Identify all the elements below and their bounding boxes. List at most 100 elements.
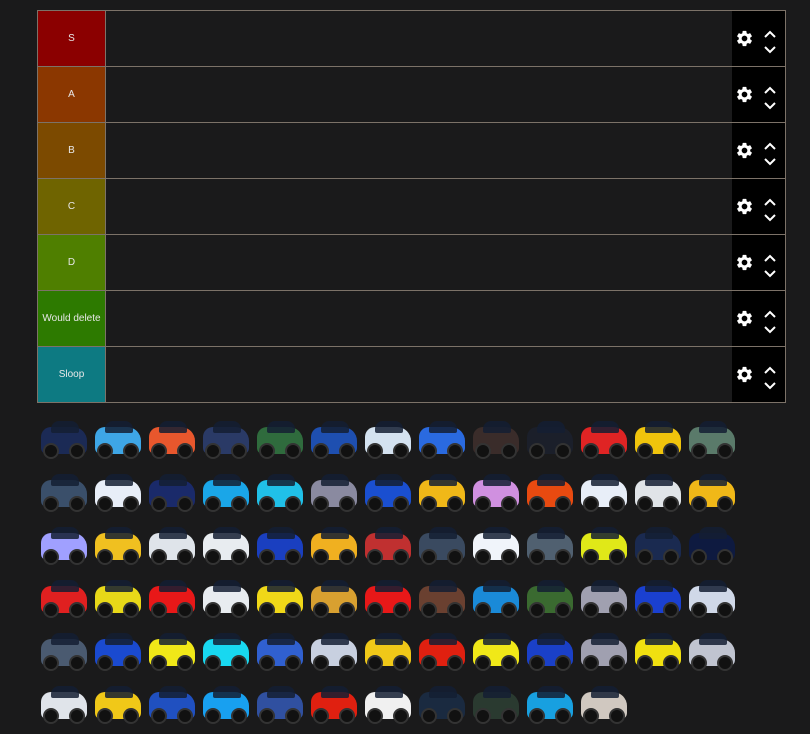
tier-label[interactable]: C	[38, 179, 106, 234]
vehicle-tile[interactable]	[145, 677, 199, 729]
vehicle-tile[interactable]	[685, 518, 739, 570]
vehicle-tile[interactable]	[145, 571, 199, 623]
chevron-up-icon[interactable]	[763, 138, 777, 150]
tier-label[interactable]: D	[38, 235, 106, 290]
vehicle-tile[interactable]	[469, 624, 523, 676]
vehicle-tile[interactable]	[199, 518, 253, 570]
tier-label[interactable]: S	[38, 11, 106, 66]
gear-icon[interactable]	[735, 197, 754, 216]
vehicle-tile[interactable]	[415, 624, 469, 676]
vehicle-tile[interactable]	[37, 677, 91, 729]
vehicle-tile[interactable]	[361, 677, 415, 729]
vehicle-tile[interactable]	[685, 571, 739, 623]
vehicle-tile[interactable]	[361, 412, 415, 464]
vehicle-tile[interactable]	[415, 518, 469, 570]
vehicle-tile[interactable]	[37, 571, 91, 623]
vehicle-tile[interactable]	[361, 624, 415, 676]
vehicle-tile[interactable]	[469, 412, 523, 464]
vehicle-tile[interactable]	[253, 412, 307, 464]
tier-drop-zone[interactable]	[106, 11, 732, 66]
vehicle-tile[interactable]	[631, 518, 685, 570]
gear-icon[interactable]	[735, 141, 754, 160]
vehicle-tile[interactable]	[523, 571, 577, 623]
vehicle-tile[interactable]	[91, 571, 145, 623]
vehicle-tile[interactable]	[37, 412, 91, 464]
tier-drop-zone[interactable]	[106, 235, 732, 290]
gear-icon[interactable]	[735, 29, 754, 48]
vehicle-tile[interactable]	[37, 624, 91, 676]
vehicle-tile[interactable]	[253, 624, 307, 676]
vehicle-tile[interactable]	[199, 624, 253, 676]
chevron-up-icon[interactable]	[763, 250, 777, 262]
chevron-down-icon[interactable]	[763, 378, 777, 389]
chevron-up-icon[interactable]	[763, 362, 777, 374]
vehicle-tile[interactable]	[361, 465, 415, 517]
tier-label[interactable]: A	[38, 67, 106, 122]
vehicle-tile[interactable]	[523, 465, 577, 517]
vehicle-tile[interactable]	[577, 677, 631, 729]
vehicle-tile[interactable]	[577, 571, 631, 623]
vehicle-tile[interactable]	[577, 412, 631, 464]
vehicle-tile[interactable]	[199, 571, 253, 623]
vehicle-tile[interactable]	[37, 465, 91, 517]
vehicle-tile[interactable]	[523, 677, 577, 729]
vehicle-tile[interactable]	[91, 677, 145, 729]
gear-icon[interactable]	[735, 365, 754, 384]
chevron-down-icon[interactable]	[763, 322, 777, 333]
tier-drop-zone[interactable]	[106, 291, 732, 346]
gear-icon[interactable]	[735, 253, 754, 272]
vehicle-tile[interactable]	[415, 412, 469, 464]
vehicle-tile[interactable]	[631, 412, 685, 464]
vehicle-tile[interactable]	[577, 624, 631, 676]
vehicle-tile[interactable]	[469, 571, 523, 623]
gear-icon[interactable]	[735, 85, 754, 104]
vehicle-tile[interactable]	[199, 677, 253, 729]
tier-drop-zone[interactable]	[106, 67, 732, 122]
gear-icon[interactable]	[735, 309, 754, 328]
vehicle-tile[interactable]	[577, 518, 631, 570]
chevron-down-icon[interactable]	[763, 210, 777, 221]
vehicle-tile[interactable]	[415, 465, 469, 517]
vehicle-tile[interactable]	[253, 465, 307, 517]
tier-label[interactable]: Sloop	[38, 347, 106, 402]
vehicle-tile[interactable]	[361, 571, 415, 623]
vehicle-tile[interactable]	[253, 677, 307, 729]
chevron-up-icon[interactable]	[763, 82, 777, 94]
vehicle-tile[interactable]	[307, 571, 361, 623]
vehicle-tile[interactable]	[523, 624, 577, 676]
vehicle-tile[interactable]	[361, 518, 415, 570]
tier-label[interactable]: B	[38, 123, 106, 178]
vehicle-tile[interactable]	[631, 571, 685, 623]
tier-drop-zone[interactable]	[106, 179, 732, 234]
vehicle-tile[interactable]	[523, 412, 577, 464]
vehicle-tile[interactable]	[91, 624, 145, 676]
tier-drop-zone[interactable]	[106, 347, 732, 402]
vehicle-tile[interactable]	[631, 465, 685, 517]
vehicle-tile[interactable]	[307, 518, 361, 570]
vehicle-tile[interactable]	[469, 465, 523, 517]
vehicle-tile[interactable]	[685, 465, 739, 517]
vehicle-tile[interactable]	[415, 571, 469, 623]
vehicle-tile[interactable]	[253, 571, 307, 623]
chevron-down-icon[interactable]	[763, 154, 777, 165]
vehicle-tile[interactable]	[523, 518, 577, 570]
vehicle-tile[interactable]	[145, 465, 199, 517]
chevron-down-icon[interactable]	[763, 266, 777, 277]
chevron-down-icon[interactable]	[763, 42, 777, 53]
vehicle-tile[interactable]	[415, 677, 469, 729]
vehicle-tile[interactable]	[307, 412, 361, 464]
vehicle-tile[interactable]	[307, 624, 361, 676]
vehicle-tile[interactable]	[469, 518, 523, 570]
vehicle-tile[interactable]	[307, 465, 361, 517]
vehicle-tile[interactable]	[577, 465, 631, 517]
vehicle-tile[interactable]	[199, 412, 253, 464]
chevron-down-icon[interactable]	[763, 98, 777, 109]
vehicle-tile[interactable]	[91, 465, 145, 517]
vehicle-tile[interactable]	[145, 624, 199, 676]
chevron-up-icon[interactable]	[763, 194, 777, 206]
vehicle-tile[interactable]	[37, 518, 91, 570]
vehicle-tile[interactable]	[253, 518, 307, 570]
tier-drop-zone[interactable]	[106, 123, 732, 178]
chevron-up-icon[interactable]	[763, 306, 777, 318]
vehicle-tile[interactable]	[91, 518, 145, 570]
